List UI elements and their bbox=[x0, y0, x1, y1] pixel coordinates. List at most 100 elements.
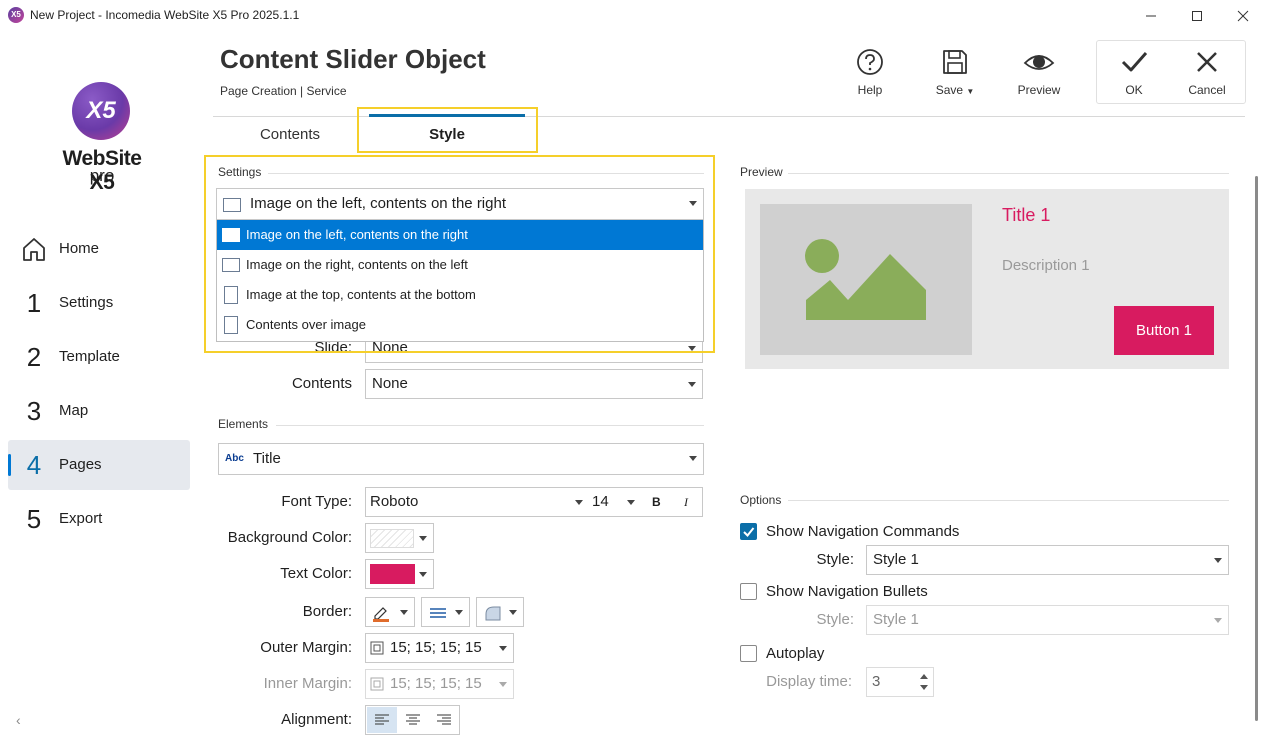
image-placeholder-icon bbox=[805, 239, 926, 320]
autoplay-checkbox[interactable] bbox=[740, 645, 757, 662]
sidebar-item-label: Home bbox=[59, 240, 100, 257]
save-button[interactable]: Save ▼ bbox=[918, 44, 992, 104]
sidebar-item-number: 5 bbox=[26, 504, 42, 534]
text-color-swatch bbox=[370, 564, 415, 584]
inner-margin-label: Inner Margin: bbox=[263, 675, 352, 692]
chevron-down-icon[interactable] bbox=[575, 500, 583, 505]
maximize-icon bbox=[1192, 11, 1202, 21]
help-button[interactable]: Help bbox=[833, 44, 907, 104]
border-radius-button[interactable] bbox=[476, 597, 524, 627]
chevron-down-icon bbox=[688, 382, 696, 387]
logo-mark: X5 bbox=[72, 82, 130, 140]
sidebar-item-settings[interactable]: 1 Settings bbox=[8, 278, 190, 328]
nav-style-select[interactable]: Style 1 bbox=[866, 545, 1229, 575]
elements-section-label: Elements bbox=[218, 417, 269, 431]
nav-style-value: Style 1 bbox=[873, 551, 919, 568]
preview-button-sample: Button 1 bbox=[1114, 306, 1214, 355]
sidebar-item-home[interactable]: Home bbox=[8, 224, 190, 274]
bullets-style-select[interactable]: Style 1 bbox=[866, 605, 1229, 635]
bold-button[interactable]: B bbox=[652, 488, 661, 516]
preview-description: Description 1 bbox=[1002, 257, 1090, 274]
show-nav-bullets-label: Show Navigation Bullets bbox=[766, 583, 928, 600]
chevron-down-icon bbox=[1214, 618, 1222, 623]
align-right-button[interactable] bbox=[429, 707, 459, 733]
bullets-style-label: Style: bbox=[816, 611, 854, 628]
border-style-button[interactable] bbox=[421, 597, 470, 627]
ok-label: OK bbox=[1125, 83, 1143, 97]
chevron-down-icon[interactable] bbox=[627, 500, 635, 505]
check-icon bbox=[1121, 52, 1148, 72]
preview-image-placeholder bbox=[760, 204, 972, 355]
rounded-corner-icon bbox=[485, 606, 501, 621]
background-color-label: Background Color: bbox=[227, 529, 352, 546]
sidebar-item-number: 3 bbox=[26, 396, 42, 426]
text-color-picker[interactable] bbox=[365, 559, 434, 589]
maximize-button[interactable] bbox=[1174, 0, 1220, 32]
display-time-value: 3 bbox=[872, 673, 881, 690]
font-name[interactable]: Roboto bbox=[370, 493, 418, 510]
section-divider bbox=[788, 500, 1229, 501]
show-nav-commands-label: Show Navigation Commands bbox=[766, 523, 960, 540]
cancel-label: Cancel bbox=[1188, 83, 1226, 97]
title-bar: X5 New Project - Incomedia WebSite X5 Pr… bbox=[0, 0, 1266, 32]
close-button[interactable] bbox=[1220, 0, 1266, 32]
app-icon: X5 bbox=[8, 7, 24, 23]
outer-margin-value: 15; 15; 15; 15 bbox=[390, 639, 482, 656]
text-color-label: Text Color: bbox=[280, 565, 352, 582]
chevron-down-icon bbox=[509, 610, 517, 615]
show-nav-bullets-checkbox[interactable] bbox=[740, 583, 757, 600]
cancel-button[interactable]: Cancel bbox=[1170, 44, 1244, 104]
border-label: Border: bbox=[302, 603, 352, 620]
chevron-down-icon bbox=[400, 610, 408, 615]
slider-preview: Title 1 Description 1 Button 1 bbox=[745, 189, 1229, 369]
font-size[interactable]: 14 bbox=[592, 488, 609, 516]
show-nav-commands-checkbox[interactable] bbox=[740, 523, 757, 540]
sidebar-item-template[interactable]: 2 Template bbox=[8, 332, 190, 382]
chevron-down-icon bbox=[419, 536, 427, 541]
align-left-button[interactable] bbox=[367, 707, 397, 733]
background-color-picker[interactable] bbox=[365, 523, 434, 553]
tab-contents[interactable]: Contents bbox=[230, 118, 350, 152]
text-element-icon: Abc bbox=[225, 453, 244, 464]
align-right-icon bbox=[437, 714, 451, 725]
element-select-value: Title bbox=[253, 450, 281, 467]
spin-down-icon[interactable] bbox=[920, 685, 928, 690]
help-icon bbox=[857, 49, 883, 75]
preview-button[interactable]: Preview bbox=[1002, 44, 1076, 104]
display-time-spinner[interactable]: 3 bbox=[866, 667, 934, 697]
border-color-button[interactable] bbox=[365, 597, 415, 627]
chevron-down-icon bbox=[499, 682, 507, 687]
outer-margin-label: Outer Margin: bbox=[260, 639, 352, 656]
contents-label: Contents bbox=[291, 375, 352, 392]
vertical-scrollbar[interactable] bbox=[1255, 176, 1258, 721]
sidebar-item-label: Export bbox=[59, 510, 103, 527]
section-divider bbox=[276, 425, 704, 426]
chevron-down-icon bbox=[689, 456, 697, 461]
italic-button[interactable]: I bbox=[684, 488, 688, 516]
align-left-icon bbox=[375, 714, 389, 725]
sidebar-item-export[interactable]: 5 Export bbox=[8, 494, 190, 544]
font-type-control: Roboto 14 B I bbox=[365, 487, 703, 517]
alignment-group bbox=[365, 705, 460, 735]
align-center-button[interactable] bbox=[398, 707, 428, 733]
minimize-button[interactable] bbox=[1128, 0, 1174, 32]
contents-select[interactable]: None bbox=[365, 369, 703, 399]
outer-margin-select[interactable]: 15; 15; 15; 15 bbox=[365, 633, 514, 663]
preview-section-label: Preview bbox=[740, 165, 783, 179]
home-icon bbox=[23, 238, 45, 261]
ok-button[interactable]: OK bbox=[1097, 44, 1171, 104]
element-select[interactable]: Abc Title bbox=[218, 443, 704, 475]
sidebar-item-pages[interactable]: 4 Pages bbox=[8, 440, 190, 490]
inner-margin-select[interactable]: 15; 15; 15; 15 bbox=[365, 669, 514, 699]
save-label-text: Save bbox=[935, 83, 964, 97]
sidebar-collapse-button[interactable]: ‹ bbox=[16, 712, 21, 728]
sidebar-item-number: 1 bbox=[26, 288, 42, 318]
sidebar-item-label: Template bbox=[59, 348, 120, 365]
sidebar-item-label: Pages bbox=[59, 456, 102, 473]
logo-sub: pro bbox=[89, 166, 115, 185]
sidebar-item-map[interactable]: 3 Map bbox=[8, 386, 190, 436]
spin-up-icon[interactable] bbox=[920, 674, 928, 679]
alignment-label: Alignment: bbox=[281, 711, 352, 728]
save-label: Save ▼ bbox=[918, 83, 992, 97]
chevron-down-icon bbox=[1214, 558, 1222, 563]
